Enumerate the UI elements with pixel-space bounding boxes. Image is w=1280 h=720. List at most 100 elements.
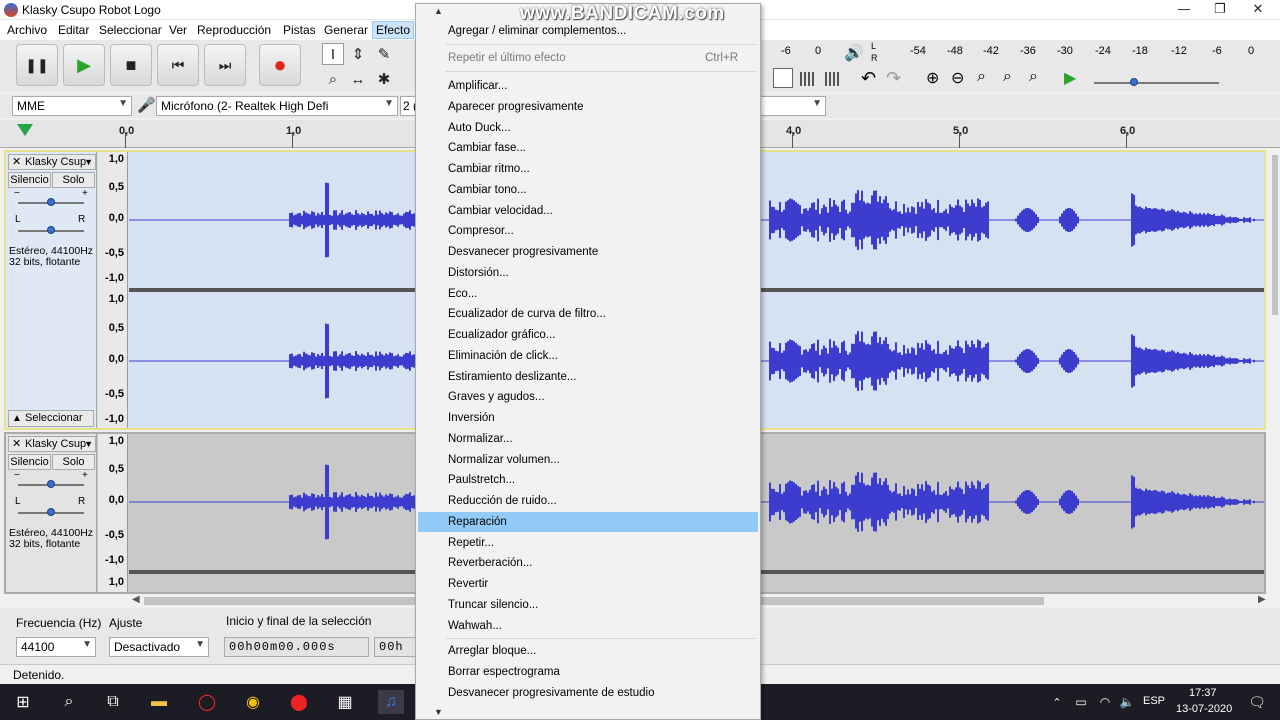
menu-item-effect[interactable]: Cambiar ritmo... [418, 159, 758, 179]
menu-item-effect[interactable]: Eliminación de click... [418, 346, 758, 366]
windows-start-icon[interactable]: ⊞ [10, 690, 36, 714]
menu-item-effect[interactable]: Truncar silencio... [418, 595, 758, 615]
menu-item-effect[interactable]: Normalizar... [418, 429, 758, 449]
scroll-up-arrow-icon[interactable]: ▲ [434, 6, 443, 16]
pan-slider[interactable] [18, 226, 84, 234]
menu-item-effect[interactable]: Reducción de ruido... [418, 491, 758, 511]
play-head-icon[interactable] [17, 124, 33, 136]
task-view-icon[interactable]: ⧉ [100, 690, 126, 714]
paste-icon[interactable] [773, 68, 793, 88]
menu-editar[interactable]: Editar [58, 23, 89, 37]
audio-host-select[interactable]: MME ▼ [12, 96, 132, 116]
menu-ver[interactable]: Ver [169, 23, 187, 37]
menu-item-effect[interactable]: Reverberación... [418, 553, 758, 573]
recording-device-select[interactable]: Micrófono (2- Realtek High Defi ▼ [156, 96, 398, 116]
solo-button[interactable]: Solo [52, 172, 95, 188]
menu-item-desvanecer-estudio[interactable]: Desvanecer progresivamente de estudio [418, 683, 758, 703]
menu-item-effect[interactable]: Desvanecer progresivamente [418, 242, 758, 262]
scroll-down-arrow-icon[interactable]: ▼ [434, 707, 443, 717]
menu-generar[interactable]: Generar [324, 23, 368, 37]
fit-project-icon[interactable]: ⌕ [1003, 68, 1012, 86]
multi-tool[interactable]: ✱ [373, 68, 395, 90]
volume-icon[interactable]: 🔈 [1114, 690, 1140, 714]
timeshift-tool[interactable]: ↔ [347, 68, 369, 90]
mute-button[interactable]: Silencio [8, 172, 51, 188]
zoom-tool[interactable]: ⌕ [322, 68, 344, 90]
menu-item-effect[interactable]: Normalizar volumen... [418, 450, 758, 470]
menu-item-effect[interactable]: Graves y agudos... [418, 387, 758, 407]
clock-date[interactable]: 13-07-2020 [1176, 703, 1232, 715]
play-speed-slider[interactable] [1094, 78, 1219, 86]
menu-seleccionar[interactable]: Seleccionar [99, 23, 162, 37]
menu-item-effect[interactable]: Wahwah... [418, 616, 758, 636]
project-rate-select[interactable]: 44100 ▼ [16, 637, 96, 657]
pan-knob[interactable] [47, 226, 55, 234]
menu-item-arreglar-bloque[interactable]: Arreglar bloque... [418, 641, 758, 661]
gain-knob[interactable] [47, 480, 55, 488]
trim-icon[interactable] [800, 72, 816, 86]
fit-selection-icon[interactable]: ⌕ [977, 68, 986, 86]
menu-item-effect[interactable]: Inversión [418, 408, 758, 428]
play-at-speed-icon[interactable]: ▶ [1064, 68, 1076, 88]
battery-icon[interactable]: ▭ [1068, 690, 1094, 714]
chrome-icon[interactable]: ◉ [240, 690, 266, 714]
selection-end-time[interactable]: 00h [374, 637, 418, 657]
file-explorer-icon[interactable]: ▬ [146, 690, 172, 714]
skip-to-start-button[interactable]: ⏮ [157, 44, 199, 86]
zoom-in-icon[interactable]: ⊕ [926, 68, 939, 88]
maximize-button[interactable]: ❐ [1202, 0, 1238, 20]
selection-start-time[interactable]: 00h00m00.000s [224, 637, 369, 657]
slider-knob[interactable] [1130, 78, 1138, 86]
gain-knob[interactable] [47, 198, 55, 206]
notifications-icon[interactable]: 🗨 [1244, 690, 1270, 714]
undo-icon[interactable]: ↶ [861, 68, 876, 89]
track-name-menu[interactable]: ✕ Klasky Csup ▼ [8, 154, 96, 170]
menu-item-effect[interactable]: Reparación [418, 511, 758, 532]
draw-tool[interactable]: ✎ [373, 43, 395, 65]
play-button[interactable]: ▶ [63, 44, 105, 86]
menu-item-effect[interactable]: Revertir [418, 574, 758, 594]
close-button[interactable]: ✕ [1240, 0, 1276, 20]
zoom-toggle-icon[interactable]: ⌕ [1029, 68, 1038, 86]
solo-button[interactable]: Solo [52, 454, 95, 470]
minimize-button[interactable]: — [1166, 0, 1202, 20]
menu-item-effect[interactable]: Eco... [418, 284, 758, 304]
close-track-icon[interactable]: ✕ [12, 437, 21, 451]
stop-button[interactable]: ■ [110, 44, 152, 86]
gain-slider[interactable] [18, 480, 84, 488]
silence-icon[interactable] [825, 72, 841, 86]
language-indicator[interactable]: ESP [1143, 695, 1165, 707]
clock-time[interactable]: 17:37 [1189, 687, 1217, 699]
selection-tool[interactable]: I [322, 43, 344, 65]
menu-item-effect[interactable]: Repetir... [418, 533, 758, 553]
menu-item-effect[interactable]: Cambiar tono... [418, 180, 758, 200]
menu-item-effect[interactable]: Estiramiento deslizante... [418, 367, 758, 387]
menu-efecto[interactable]: Efecto [372, 21, 415, 39]
menu-item-effect[interactable]: Compresor... [418, 221, 758, 241]
menu-item-effect[interactable]: Amplificar... [418, 76, 758, 96]
scroll-thumb[interactable] [1272, 155, 1278, 315]
opera-icon[interactable]: ◯ [194, 690, 220, 714]
pause-button[interactable]: ❚❚ [16, 44, 58, 86]
envelope-tool[interactable]: ⇕ [347, 43, 369, 65]
mute-button[interactable]: Silencio [8, 454, 51, 470]
close-track-icon[interactable]: ✕ [12, 155, 21, 169]
bandicam-icon[interactable]: ⬤ [286, 690, 312, 714]
menu-item-effect[interactable]: Auto Duck... [418, 118, 758, 138]
menu-item-effect[interactable]: Aparecer progresivamente [418, 97, 758, 117]
menu-pistas[interactable]: Pistas [283, 23, 316, 37]
playback-meter[interactable]: -54 -48 -42 -36 -30 -24 -18 -12 -6 0 [880, 43, 1260, 61]
menu-item-repeat-last[interactable]: Repetir el último efecto Ctrl+R [418, 48, 758, 68]
gain-slider[interactable] [18, 198, 84, 206]
menu-item-borrar-espectrograma[interactable]: Borrar espectrograma [418, 662, 758, 682]
pan-knob[interactable] [47, 508, 55, 516]
audacity-taskbar-icon[interactable]: ♫ [378, 690, 404, 714]
menu-item-effect[interactable]: Distorsión... [418, 263, 758, 283]
scroll-left-icon[interactable]: ◀ [132, 594, 140, 605]
zoom-out-icon[interactable]: ⊖ [951, 68, 964, 88]
skip-to-end-button[interactable]: ⏭ [204, 44, 246, 86]
chevron-up-icon[interactable]: ⌃ [1044, 690, 1070, 714]
snap-select[interactable]: Desactivado ▼ [109, 637, 209, 657]
menu-item-effect[interactable]: Ecualizador gráfico... [418, 325, 758, 345]
vertical-scrollbar[interactable] [1270, 150, 1280, 594]
